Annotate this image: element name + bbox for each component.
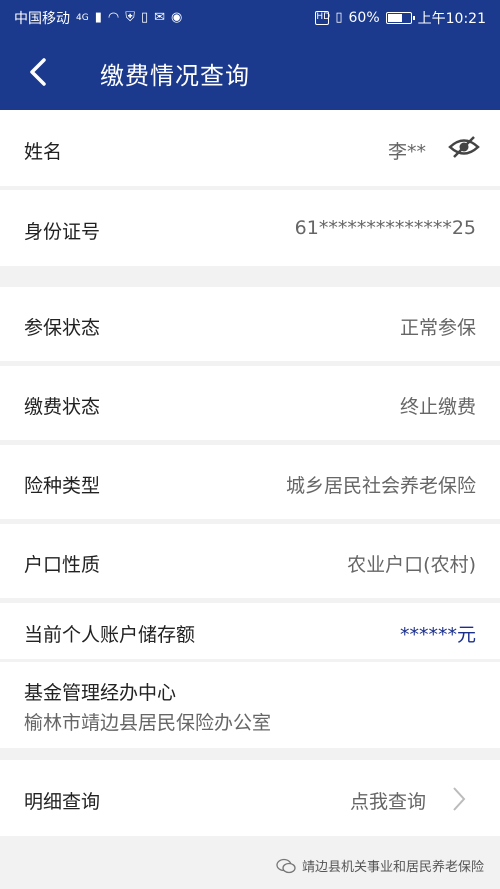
payment-status-label: 缴费状态 bbox=[24, 396, 101, 418]
insurance-status-value: 正常参保 bbox=[399, 317, 476, 339]
title-bar: 缴费情况查询 bbox=[0, 34, 500, 110]
signal-icon: ▮ bbox=[94, 10, 102, 25]
detail-query-label: 明细查询 bbox=[24, 791, 101, 813]
name-label: 姓名 bbox=[24, 141, 63, 163]
row-payment-status: 缴费状态 终止缴费 bbox=[0, 366, 500, 440]
row-id-number: 身份证号 61**************25 bbox=[0, 190, 500, 266]
hd-icon: HD bbox=[315, 11, 330, 25]
insurance-status-label: 参保状态 bbox=[24, 317, 101, 339]
eye-hidden-icon[interactable] bbox=[448, 136, 480, 158]
back-arrow-icon[interactable] bbox=[24, 54, 54, 90]
row-insurance-type: 险种类型 城乡居民社会养老保险 bbox=[0, 445, 500, 519]
payment-status-value: 终止缴费 bbox=[399, 396, 476, 418]
household-type-label: 户口性质 bbox=[24, 554, 101, 576]
row-insurance-status: 参保状态 正常参保 bbox=[0, 287, 500, 361]
row-household-type: 户口性质 农业户口(农村) bbox=[0, 524, 500, 598]
battery-percent: 60% bbox=[348, 10, 380, 26]
network-type-label: 4G bbox=[76, 13, 89, 23]
watermark: 靖边县机关事业和居民养老保险 bbox=[276, 856, 484, 875]
name-value: 李** bbox=[387, 141, 426, 163]
watermark-text: 靖边县机关事业和居民养老保险 bbox=[301, 860, 484, 875]
clipboard-icon: ▯ bbox=[140, 10, 149, 25]
household-type-value: 农业户口(农村) bbox=[347, 554, 476, 576]
id-number-label: 身份证号 bbox=[24, 221, 101, 243]
wechat-icon bbox=[276, 858, 296, 873]
status-bar: 中国移动 4G ▮ ◠ ⛨ ▯ ✉ ◉ HD ▯ 60% 上午10:21 bbox=[0, 0, 500, 34]
account-balance-label: 当前个人账户储存额 bbox=[24, 624, 196, 646]
wifi-icon: ◠ bbox=[107, 10, 120, 25]
app-icon: ◉ bbox=[171, 10, 183, 25]
fund-center-value: 榆林市靖边县居民保险办公室 bbox=[24, 712, 272, 734]
vibrate-icon: ▯ bbox=[335, 10, 343, 25]
row-account-balance: 当前个人账户储存额 ******元 bbox=[0, 603, 500, 659]
mail-icon: ✉ bbox=[154, 10, 166, 25]
account-balance-value: ******元 bbox=[399, 624, 476, 646]
insurance-type-label: 险种类型 bbox=[24, 475, 101, 497]
row-fund-center: 基金管理经办中心 榆林市靖边县居民保险办公室 bbox=[0, 662, 500, 748]
row-detail-query[interactable]: 明细查询 点我查询 bbox=[0, 760, 500, 836]
page-title: 缴费情况查询 bbox=[100, 62, 250, 90]
clock: 上午10:21 bbox=[417, 11, 486, 27]
carrier-label: 中国移动 bbox=[14, 11, 70, 27]
chevron-right-icon[interactable] bbox=[452, 786, 466, 812]
shield-icon: ⛨ bbox=[125, 10, 135, 25]
id-number-value: 61**************25 bbox=[294, 217, 476, 239]
fund-center-label: 基金管理经办中心 bbox=[24, 682, 177, 704]
insurance-type-value: 城乡居民社会养老保险 bbox=[285, 475, 476, 497]
row-name: 姓名 李** bbox=[0, 110, 500, 186]
detail-query-action[interactable]: 点我查询 bbox=[350, 787, 426, 814]
battery-icon bbox=[385, 12, 415, 24]
